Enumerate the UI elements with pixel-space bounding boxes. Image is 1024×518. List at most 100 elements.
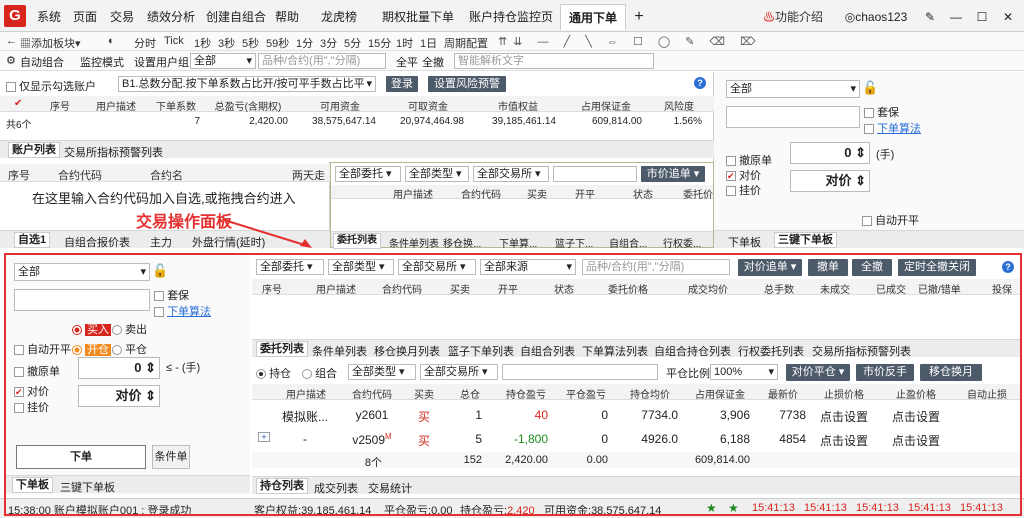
filter-type[interactable]: 全部类型 ▾ [328,259,394,275]
tab-exercise[interactable]: 行权委托列表 [738,343,804,359]
mini-filter-orders[interactable]: 全部委托 ▾ [335,166,401,182]
help-icon[interactable]: ? [1002,261,1014,273]
tab-trades[interactable]: 成交列表 [314,480,358,496]
tab-right-three-key[interactable]: 三键下单板 [774,232,837,248]
period-1s[interactable]: 1秒 [194,35,211,51]
close-position-button[interactable]: 对价平仓 ▾ [786,364,850,381]
tab-mini-basket[interactable]: 篮子下... [555,235,593,250]
period-15m[interactable]: 15分 [368,35,391,51]
price-checkbox[interactable]: ✔ 对价 [14,383,49,399]
place-order-button[interactable]: 下单 [16,445,146,469]
right-algo-link[interactable]: 下单算法 [864,120,921,136]
period-59s[interactable]: 59秒 [266,35,289,51]
period-5s[interactable]: 5秒 [242,35,259,51]
monitor-mode-label[interactable]: 监控模式 [80,54,124,70]
tab-combo-positions[interactable]: 自组合持仓列表 [654,343,731,359]
tab-orders[interactable]: 委托列表 [256,341,308,357]
tab-mini-roll[interactable]: 移仓换... [443,235,481,250]
lock-icon[interactable]: 🔓 [152,263,168,279]
tab-mini-orders[interactable]: 委托列表 [333,233,381,249]
right-price-checkbox[interactable]: ✔ 对价 [726,167,761,183]
menu-system[interactable]: 系统 [34,4,64,30]
hold-radio[interactable]: 持仓 [256,365,291,381]
tab-right-order-board[interactable]: 下单板 [728,234,761,250]
maximize-icon[interactable]: ☐ [972,4,992,30]
position-row[interactable]: 模拟账... y2601 买 1 40 0 7734.0 3,906 7738 … [252,404,1020,426]
mini-market-chase-button[interactable]: 市价追单 ▾ [641,166,705,182]
account-select[interactable]: 全部 ▾ [14,263,150,281]
minimize-icon[interactable]: — [946,4,966,30]
tab-cond-orders[interactable]: 条件单列表 [312,343,367,359]
period-config[interactable]: 周期配置 [444,35,488,51]
tab-watch-1[interactable]: 自选1 [14,232,51,248]
tab-mini-algo[interactable]: 下单算... [499,235,537,250]
right-price-stepper[interactable]: 对价 ⇕ [790,170,870,192]
period-tick[interactable]: Tick [164,35,184,47]
roll-button[interactable]: 移仓换月 [920,364,982,381]
tab-roll[interactable]: 移仓换月列表 [374,343,440,359]
timed-cancel-button[interactable]: 定时全撤关闭 [898,259,976,276]
user-button[interactable]: ◎chaos123 [836,4,916,30]
close-icon[interactable]: ✕ [998,4,1018,30]
buy-radio[interactable]: 买入 [72,321,112,337]
pos-filter-type[interactable]: 全部类型 ▾ [348,364,416,380]
menu-trade[interactable]: 交易 [107,4,137,30]
set-group-label[interactable]: 设置用户组 [134,54,189,70]
right-auto-checkbox[interactable]: 自动开平 [862,212,919,228]
pos-filter-input[interactable] [502,364,658,380]
tab-mini-exercise[interactable]: 行权委... [663,235,701,250]
tab-three-key[interactable]: 三键下单板 [60,479,115,495]
tab-stats[interactable]: 交易统计 [368,480,412,496]
mini-filter-type[interactable]: 全部类型 ▾ [405,166,469,182]
risk-alert-button[interactable]: 设置风险预警 [428,76,506,92]
tab-combo-quotes[interactable]: 自组合报价表 [64,234,130,250]
mini-filter-exchange[interactable]: 全部交易所 ▾ [473,166,549,182]
lock-icon[interactable]: 🔓 [862,80,878,96]
right-qty-stepper[interactable]: 0 ⇕ [790,142,870,164]
tab-exchange-alert[interactable]: 交易所指标预警列表 [812,343,911,359]
filter-exchange[interactable]: 全部交易所 ▾ [398,259,476,275]
qty-stepper[interactable]: 0 ⇕ [78,357,160,379]
add-tab-button[interactable]: + [630,4,648,30]
cancel-all-button[interactable]: 全撤 [422,54,444,70]
right-cancel-checkbox[interactable]: 撤原单 [726,152,772,168]
row-take-profit[interactable]: 点击设置 [884,408,948,425]
row-take-profit[interactable]: 点击设置 [884,432,948,449]
help-icon[interactable]: ? [694,77,706,89]
add-block-button[interactable]: ▦添加板块▾ [20,35,81,51]
row-stop-loss[interactable]: 点击设置 [812,408,876,425]
tab-mini-cond[interactable]: 条件单列表 [389,235,439,250]
menu-page[interactable]: 页面 [70,4,100,30]
close-radio[interactable]: 平仓 [112,341,147,357]
right-hang-checkbox[interactable]: 挂价 [726,182,761,198]
menu-create-combo[interactable]: 创建自组合 [204,4,268,30]
login-button[interactable]: 登录 [386,76,418,92]
reverse-button[interactable]: 市价反手 [856,364,914,381]
smart-parse-input[interactable]: 智能解析文字 [454,53,654,69]
tab-general-order[interactable]: 通用下单 [560,4,626,30]
right-contract-input[interactable] [726,106,860,128]
right-account-select[interactable]: 全部 ▾ [726,80,860,98]
position-row[interactable]: + - v2509M 买 5 -1,800 0 4926.0 6,188 485… [252,428,1020,450]
tab-account-list[interactable]: 账户列表 [8,142,60,158]
tab-main[interactable]: 主力 [150,234,172,250]
period-1m[interactable]: 1分 [296,35,313,51]
period-5m[interactable]: 5分 [344,35,361,51]
tab-mini-combo[interactable]: 自组合... [609,235,647,250]
tab-combo-list[interactable]: 自组合列表 [520,343,575,359]
filter-orders[interactable]: 全部委托 ▾ [256,259,324,275]
period-timeshare[interactable]: 分时 [134,35,156,51]
auto-openclose-checkbox[interactable]: 自动开平 [14,341,71,357]
tab-dragon-tiger[interactable]: 龙虎榜 [318,4,360,30]
back-icon[interactable]: ← [6,35,17,47]
chase-price-button[interactable]: 对价追单 ▾ [738,259,802,276]
combo-radio[interactable]: 组合 [302,365,337,381]
menu-help[interactable]: 帮助 [272,4,302,30]
flat-all-button[interactable]: 全平 [396,54,418,70]
price-stepper[interactable]: 对价 ⇕ [78,385,160,407]
menu-performance[interactable]: 绩效分析 [144,4,198,30]
tab-positions[interactable]: 持仓列表 [256,478,308,494]
algo-link[interactable]: 下单算法 [154,303,211,319]
group-select[interactable]: 全部 ▾ [190,53,256,69]
cancel-original-checkbox[interactable]: 撤原单 [14,363,60,379]
